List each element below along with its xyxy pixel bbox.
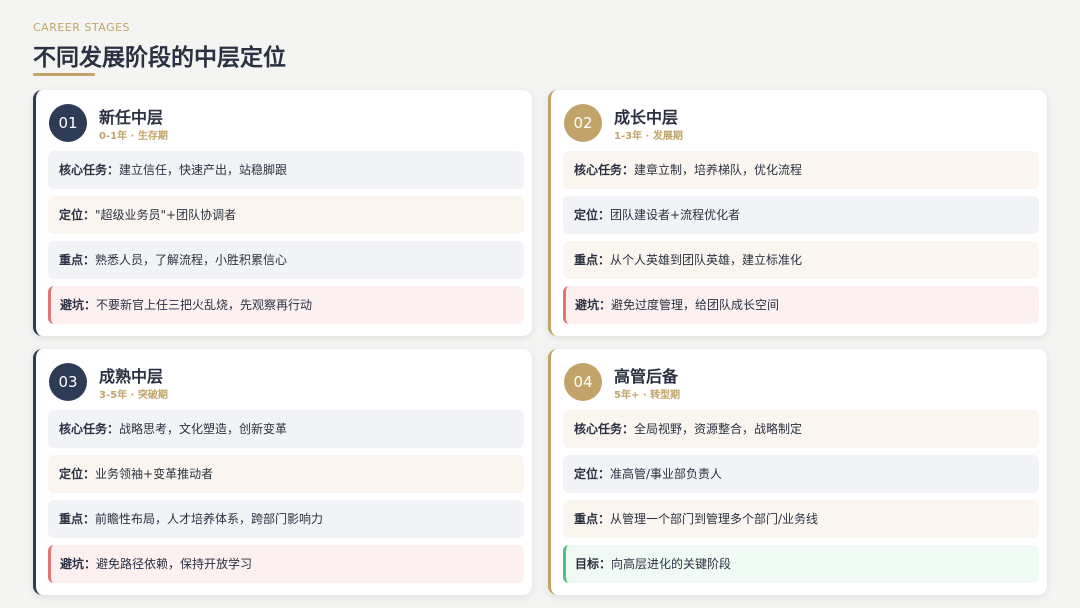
row-label: 核心任务： (574, 163, 635, 177)
stage-number-badge: 02 (564, 104, 602, 142)
row-text: 准高管/事业部负责人 (610, 467, 723, 481)
row-label: 重点： (59, 253, 96, 267)
row-label: 重点： (574, 253, 611, 267)
stage-card-growth: 02 成长中层 1-3年 · 发展期 核心任务：建章立制，培养梯队，优化流程 定… (548, 90, 1047, 336)
focus-row: 重点：熟悉人员，了解流程，小胜积累信心 (48, 241, 524, 279)
stage-number-badge: 03 (49, 363, 87, 401)
stage-name: 新任中层 (99, 108, 164, 127)
positioning-row: 定位：业务领袖+变革推动者 (48, 455, 524, 493)
goal-row: 目标：向高层进化的关键阶段 (563, 545, 1039, 583)
row-text: 战略思考，文化塑造，创新变革 (119, 422, 288, 436)
row-text: 建章立制，培养梯队，优化流程 (634, 163, 803, 177)
pitfall-row: 避坑：避免路径依赖，保持开放学习 (48, 545, 524, 583)
stage-subtitle: 0-1年 · 生存期 (99, 131, 168, 142)
stage-name: 成长中层 (614, 108, 679, 127)
stage-name: 成熟中层 (99, 367, 164, 386)
stage-card-new: 01 新任中层 0-1年 · 生存期 核心任务：建立信任，快速产出，站稳脚跟 定… (33, 90, 532, 336)
positioning-row: 定位：团队建设者+流程优化者 (563, 196, 1039, 234)
core-task-row: 核心任务：建立信任，快速产出，站稳脚跟 (48, 151, 524, 189)
row-text: 业务领袖+变革推动者 (95, 467, 214, 481)
row-label: 避坑： (60, 298, 97, 312)
pitfall-row: 避坑：避免过度管理，给团队成长空间 (563, 286, 1039, 324)
row-text: 向高层进化的关键阶段 (611, 557, 732, 571)
focus-row: 重点：从个人英雄到团队英雄，建立标准化 (563, 241, 1039, 279)
page-title: 不同发展阶段的中层定位 (33, 45, 286, 71)
row-text: 避免路径依赖，保持开放学习 (96, 557, 253, 571)
row-text: 建立信任，快速产出，站稳脚跟 (119, 163, 288, 177)
stage-number-badge: 01 (49, 104, 87, 142)
row-label: 定位： (59, 467, 96, 481)
row-text: 避免过度管理，给团队成长空间 (611, 298, 780, 312)
row-label: 目标： (575, 557, 612, 571)
row-text: "超级业务员"+团队协调者 (95, 208, 237, 222)
career-stages-slide: CAREER STAGES 不同发展阶段的中层定位 01 新任中层 0-1年 ·… (0, 0, 1080, 608)
row-text: 团队建设者+流程优化者 (610, 208, 741, 222)
stage-subtitle: 1-3年 · 发展期 (614, 131, 683, 142)
row-label: 定位： (59, 208, 96, 222)
stage-subtitle: 3-5年 · 突破期 (99, 390, 168, 401)
row-text: 全局视野，资源整合，战略制定 (634, 422, 803, 436)
focus-row: 重点：从管理一个部门到管理多个部门/业务线 (563, 500, 1039, 538)
row-text: 前瞻性布局，人才培养体系，跨部门影响力 (95, 512, 324, 526)
row-label: 核心任务： (574, 422, 635, 436)
row-label: 定位： (574, 467, 611, 481)
focus-row: 重点：前瞻性布局，人才培养体系，跨部门影响力 (48, 500, 524, 538)
row-label: 避坑： (60, 557, 97, 571)
row-label: 定位： (574, 208, 611, 222)
stage-subtitle: 5年+ · 转型期 (614, 390, 681, 401)
row-label: 重点： (574, 512, 611, 526)
row-label: 重点： (59, 512, 96, 526)
eyebrow-label: CAREER STAGES (33, 21, 131, 34)
stage-card-executive-reserve: 04 高管后备 5年+ · 转型期 核心任务：全局视野，资源整合，战略制定 定位… (548, 349, 1047, 595)
row-label: 核心任务： (59, 422, 120, 436)
title-underline (33, 73, 95, 76)
core-task-row: 核心任务：建章立制，培养梯队，优化流程 (563, 151, 1039, 189)
core-task-row: 核心任务：全局视野，资源整合，战略制定 (563, 410, 1039, 448)
stage-card-mature: 03 成熟中层 3-5年 · 突破期 核心任务：战略思考，文化塑造，创新变革 定… (33, 349, 532, 595)
positioning-row: 定位："超级业务员"+团队协调者 (48, 196, 524, 234)
stage-number-badge: 04 (564, 363, 602, 401)
pitfall-row: 避坑：不要新官上任三把火乱烧，先观察再行动 (48, 286, 524, 324)
core-task-row: 核心任务：战略思考，文化塑造，创新变革 (48, 410, 524, 448)
row-text: 从个人英雄到团队英雄，建立标准化 (610, 253, 803, 267)
row-text: 从管理一个部门到管理多个部门/业务线 (610, 512, 819, 526)
positioning-row: 定位：准高管/事业部负责人 (563, 455, 1039, 493)
stage-name: 高管后备 (614, 367, 679, 386)
row-label: 避坑： (575, 298, 612, 312)
row-text: 熟悉人员，了解流程，小胜积累信心 (95, 253, 288, 267)
row-label: 核心任务： (59, 163, 120, 177)
row-text: 不要新官上任三把火乱烧，先观察再行动 (96, 298, 313, 312)
